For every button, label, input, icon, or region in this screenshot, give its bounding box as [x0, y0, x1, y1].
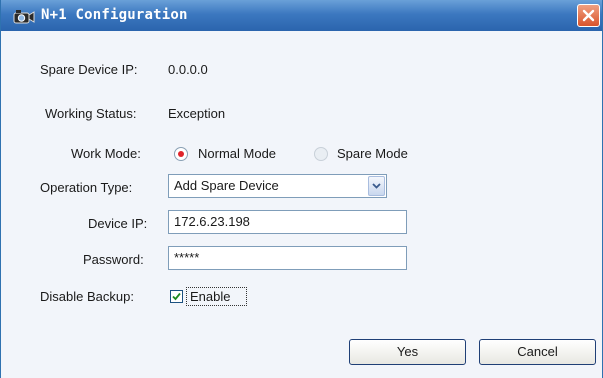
disable-backup-label: Disable Backup:	[40, 289, 134, 304]
operation-type-label: Operation Type:	[40, 180, 133, 195]
working-status-value: Exception	[168, 106, 226, 121]
chevron-down-icon	[372, 183, 381, 189]
checkmark-icon	[172, 292, 181, 301]
operation-type-select[interactable]: Add Spare Device	[168, 174, 387, 198]
camera-app-icon	[13, 9, 35, 24]
yes-button[interactable]: Yes	[349, 339, 466, 365]
spare-mode-label[interactable]: Spare Mode	[337, 146, 408, 162]
password-value: *****	[174, 250, 200, 265]
cancel-button[interactable]: Cancel	[479, 339, 596, 365]
operation-type-value: Add Spare Device	[174, 178, 279, 193]
normal-mode-radio[interactable]	[174, 147, 188, 161]
spare-mode-radio[interactable]	[314, 147, 328, 161]
normal-mode-label[interactable]: Normal Mode	[198, 146, 276, 162]
password-input[interactable]: *****	[168, 246, 407, 270]
dropdown-button[interactable]	[368, 176, 385, 196]
device-ip-label: Device IP:	[88, 216, 148, 231]
password-label: Password:	[83, 252, 144, 267]
close-button[interactable]	[577, 4, 600, 27]
work-mode-label: Work Mode:	[71, 146, 141, 161]
close-icon	[582, 9, 595, 22]
device-ip-input[interactable]: 172.6.23.198	[168, 210, 407, 234]
device-ip-value: 172.6.23.198	[174, 214, 250, 229]
n-plus-1-config-dialog: N+1 Configuration Spare Device IP: 0.0.0…	[0, 0, 603, 378]
spare-device-ip-value: 0.0.0.0	[168, 62, 208, 77]
window-title: N+1 Configuration	[41, 7, 188, 23]
enable-checkbox-label[interactable]: Enable	[190, 289, 230, 305]
enable-checkbox[interactable]	[170, 290, 183, 303]
spare-device-ip-label: Spare Device IP:	[40, 62, 138, 77]
working-status-label: Working Status:	[45, 106, 137, 121]
title-bar[interactable]: N+1 Configuration	[1, 0, 602, 31]
